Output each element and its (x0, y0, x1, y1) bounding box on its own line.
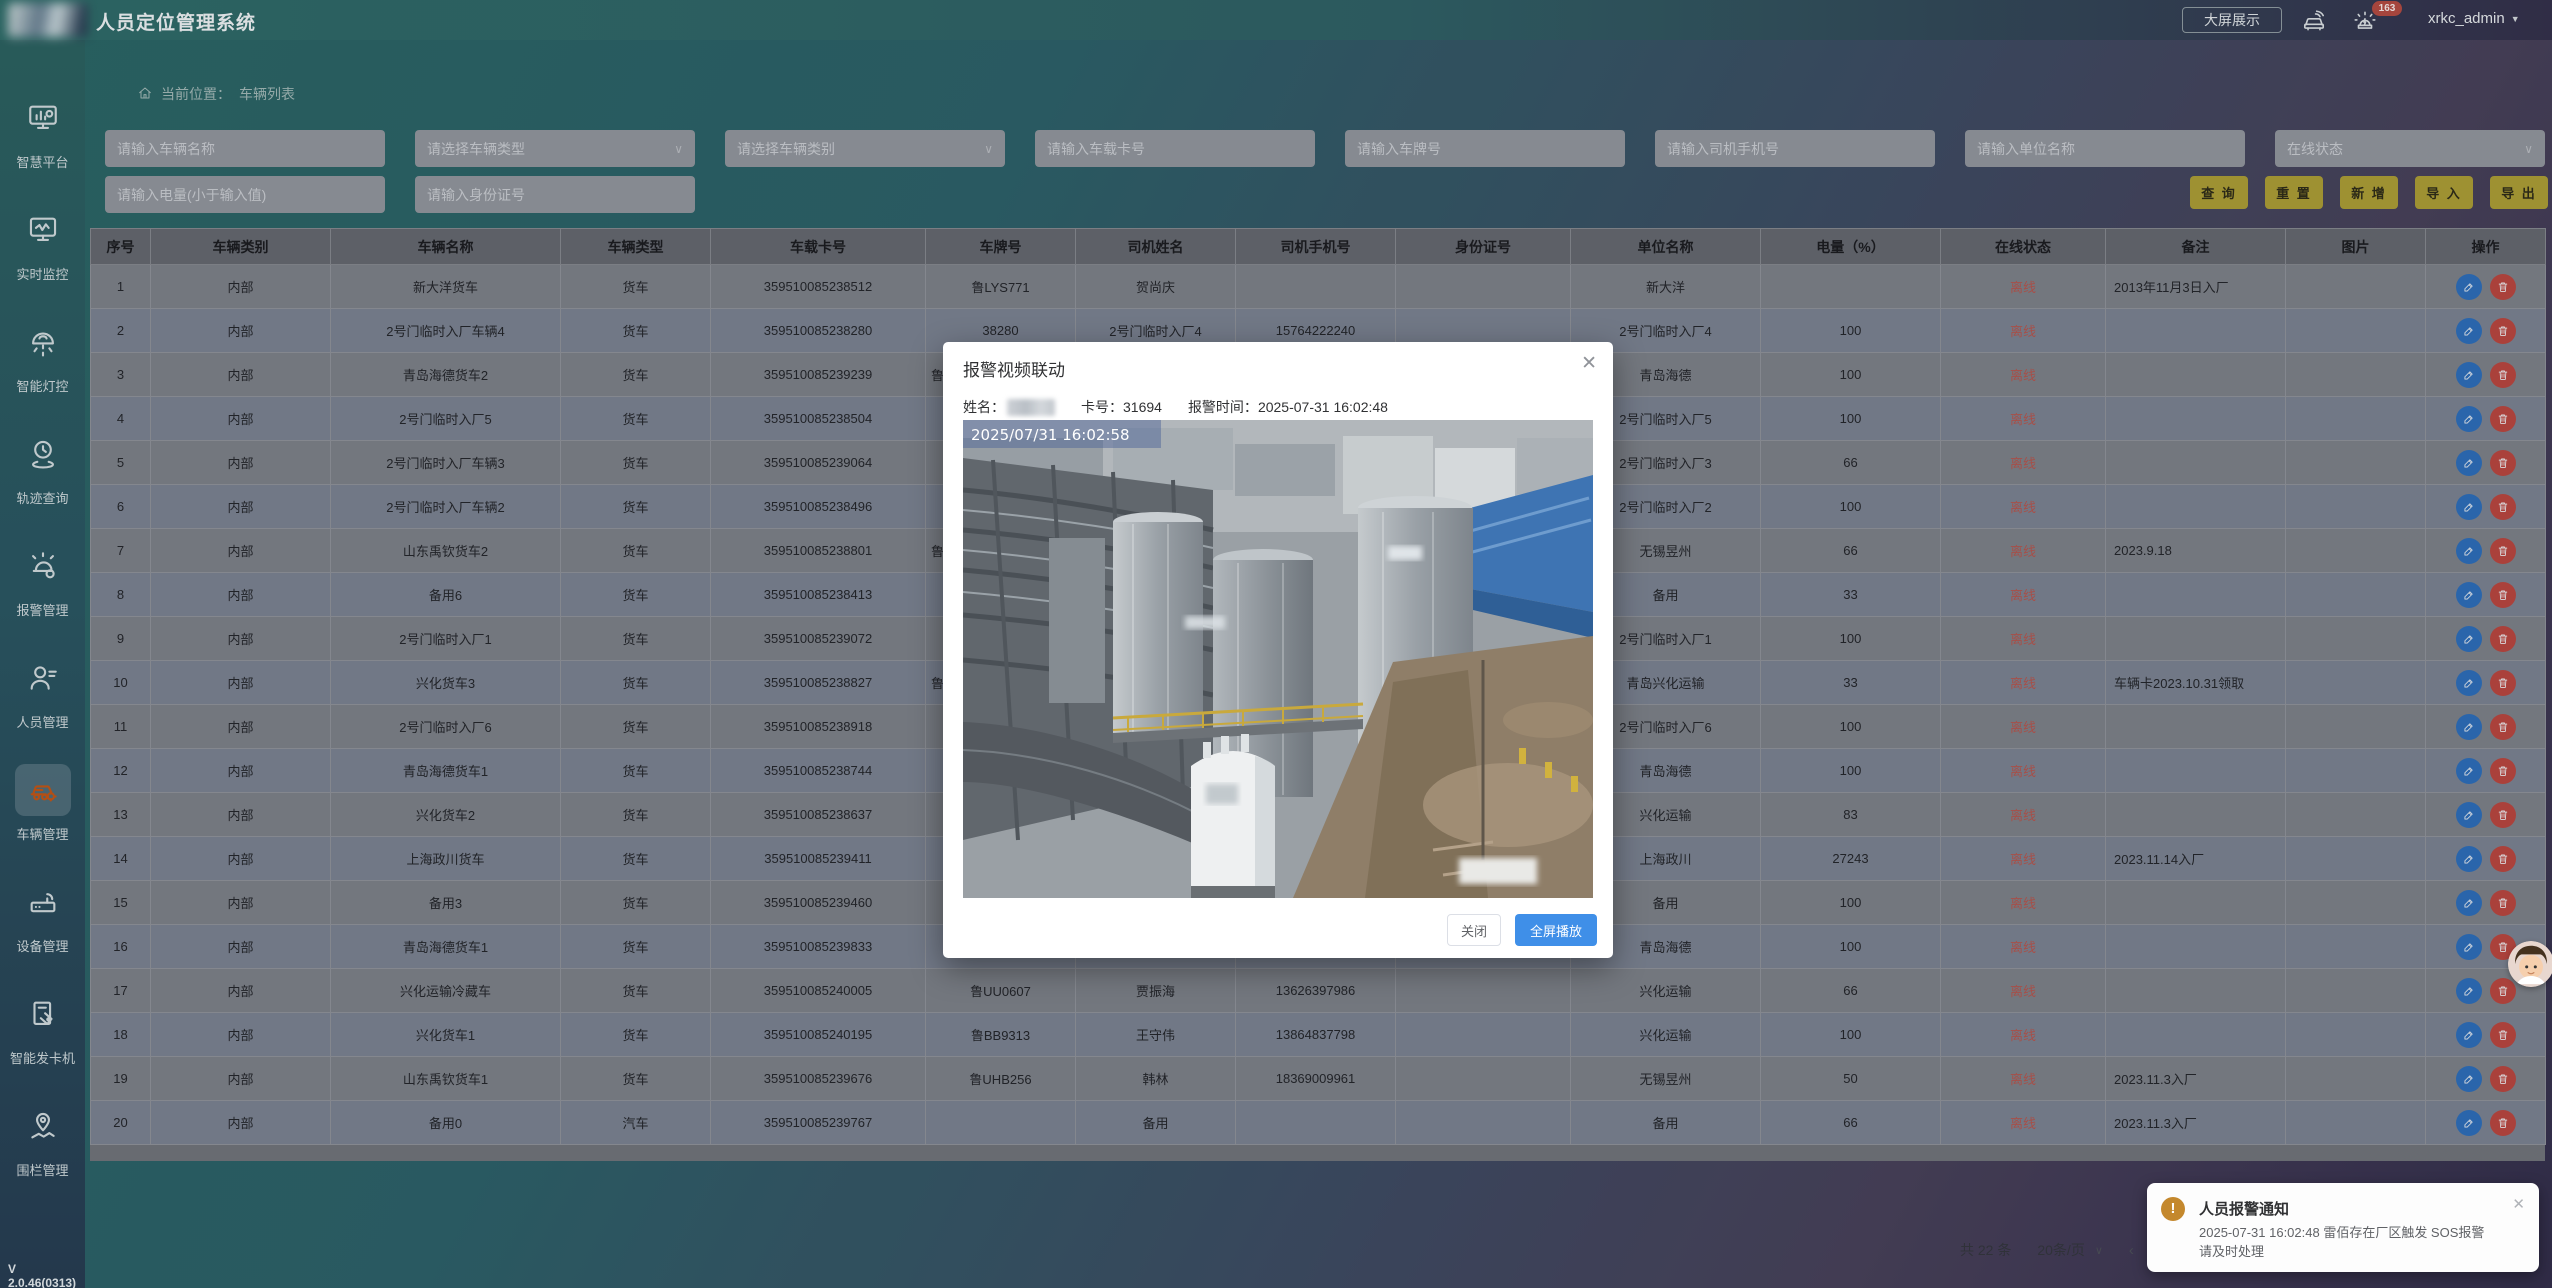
app-root: 人员定位管理系统 大屏展示 163 xrkc_admin ▼ 智慧平台实时监控智… (0, 0, 2552, 1288)
alarm-video-modal: 报警视频联动 ✕ 姓名： 卡号： 31694 报警时间： 2025-07-31 … (943, 342, 1613, 958)
name-value-blurred (1007, 399, 1055, 416)
name-label: 姓名： (963, 397, 1005, 417)
video-timestamp: 2025/07/31 16:02:58 (971, 426, 1130, 444)
close-icon[interactable]: ✕ (2512, 1195, 2525, 1213)
warning-icon: ! (2161, 1197, 2185, 1221)
toast-message: 2025-07-31 16:02:48 雷佰存在厂区触发 SOS报警 请及时处理 (2199, 1223, 2499, 1261)
toast-title: 人员报警通知 (2199, 1198, 2289, 1219)
alarm-toast: ! 人员报警通知 2025-07-31 16:02:48 雷佰存在厂区触发 SO… (2147, 1183, 2539, 1272)
alarm-time-label: 报警时间： (1188, 397, 1258, 417)
card-label: 卡号： (1081, 397, 1123, 417)
alarm-info: 姓名： 卡号： 31694 报警时间： 2025-07-31 16:02:48 (963, 397, 1388, 417)
fullscreen-play-button[interactable]: 全屏播放 (1515, 914, 1597, 946)
assistant-avatar[interactable] (2508, 941, 2552, 987)
card-value: 31694 (1123, 399, 1162, 415)
modal-title: 报警视频联动 (963, 356, 1065, 381)
modal-close-button[interactable]: 关闭 (1447, 914, 1501, 946)
cctv-video-frame[interactable]: 2025/07/31 16:02:58 (963, 420, 1593, 898)
close-icon[interactable]: ✕ (1581, 354, 1597, 373)
alarm-time-value: 2025-07-31 16:02:48 (1258, 399, 1388, 415)
